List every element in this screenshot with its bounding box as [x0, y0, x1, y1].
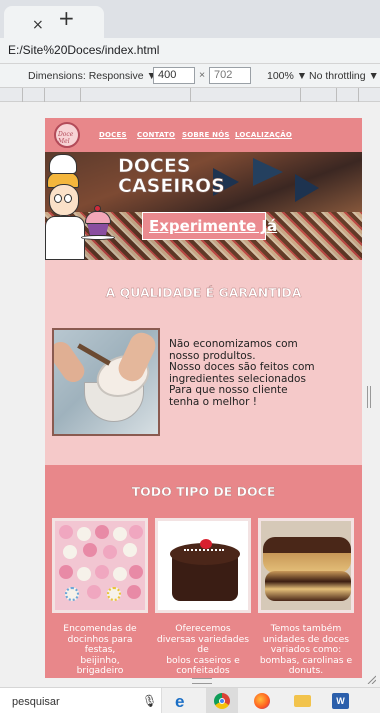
throttling-dropdown[interactable]: No throttling ▼: [309, 70, 379, 82]
times-sign: ×: [199, 69, 206, 81]
bow-decoration: [295, 174, 319, 202]
cupcake-frosting: [85, 211, 111, 224]
new-tab-button[interactable]: +: [58, 8, 75, 28]
file-explorer-icon[interactable]: [286, 688, 318, 713]
site-page: Doce Mel DOCES CONTATO SOBRE NÓS LOCALIZ…: [45, 118, 362, 678]
word-letter: W: [332, 693, 349, 709]
chef-body: [45, 216, 85, 260]
ruler-tick: [358, 88, 359, 102]
word-icon[interactable]: W: [324, 688, 356, 713]
chrome-icon[interactable]: [206, 688, 238, 713]
donuts-photo: [258, 518, 354, 613]
arm: [114, 330, 158, 386]
nav-link-contato[interactable]: CONTATO: [137, 131, 175, 139]
cupcake-cherry: [94, 205, 101, 212]
card-text-donuts: Temos também unidades de doces variados …: [259, 623, 353, 676]
donut: [265, 571, 351, 601]
microphone-icon[interactable]: 🎙: [142, 694, 157, 708]
ruler-tick: [190, 88, 191, 102]
ruler-tick: [80, 88, 81, 102]
resize-handle-bottom[interactable]: [192, 678, 212, 684]
bow-decoration: [253, 158, 283, 186]
candy: [103, 545, 117, 559]
logo-text: Doce Mel: [58, 131, 74, 145]
device-toolbar: Dimensions: Responsive ▼ 400 × 702 100% …: [0, 64, 380, 88]
nav-link-doces[interactable]: DOCES: [99, 131, 127, 139]
candy: [129, 565, 143, 579]
site-logo[interactable]: Doce Mel: [54, 122, 80, 148]
types-section-title: TODO TIPO DE DOCE: [131, 484, 276, 499]
candy: [95, 565, 109, 579]
cupcake-base: [87, 223, 109, 236]
search-text[interactable]: pesquisar: [12, 696, 60, 708]
nav-link-sobre-nos[interactable]: SOBRE NÓS: [182, 131, 230, 139]
tab-strip: × +: [0, 0, 380, 38]
strawberry: [200, 539, 212, 549]
zoom-dropdown[interactable]: 100% ▼: [267, 70, 307, 82]
candy: [87, 585, 101, 599]
candy: [127, 585, 141, 599]
candy: [113, 527, 127, 541]
candy: [63, 545, 77, 559]
candy: [83, 543, 97, 557]
windows-taskbar: pesquisar 🎙 e W: [0, 687, 380, 713]
docinhos-photo: [52, 518, 148, 613]
quality-description: Não economizamos com nosso produltos. No…: [169, 338, 359, 408]
media-query-ruler[interactable]: [0, 88, 380, 102]
card-text-bolos: Oferecemos diversas variedades de bolos …: [156, 623, 250, 676]
firefox-icon[interactable]: [246, 688, 278, 713]
address-bar[interactable]: E:/Site%20Doces/index.html: [0, 38, 380, 64]
width-input[interactable]: 400: [153, 67, 195, 84]
ruler-tick: [336, 88, 337, 102]
browser-tab[interactable]: ×: [4, 6, 104, 38]
close-tab-icon[interactable]: ×: [32, 18, 44, 32]
ruler-tick: [300, 88, 301, 102]
candy: [107, 587, 121, 601]
candy: [77, 567, 91, 581]
taskbar-search[interactable]: pesquisar 🎙: [0, 688, 162, 713]
edge-icon[interactable]: e: [166, 688, 198, 713]
dimensions-dropdown[interactable]: Dimensions: Responsive ▼: [28, 70, 157, 82]
baking-photo: [52, 328, 160, 436]
spatula: [77, 343, 111, 366]
cake-decoration: [184, 549, 224, 553]
experimente-button-label: Experimente Já: [149, 217, 278, 235]
resize-handle-right[interactable]: [367, 386, 371, 408]
donut: [263, 537, 351, 573]
quality-section-title: A QUALIDADE É GARANTIDA: [105, 285, 302, 300]
ruler-tick: [44, 88, 45, 102]
hero-title: DOCES CASEIROS: [118, 155, 225, 197]
candy: [129, 525, 143, 539]
chef-eye: [54, 194, 62, 203]
candy: [59, 565, 73, 579]
site-navbar: Doce Mel DOCES CONTATO SOBRE NÓS LOCALIZ…: [45, 118, 362, 152]
resize-corner-icon[interactable]: [366, 674, 376, 684]
candy: [113, 567, 127, 581]
chef-hat-icon: [49, 154, 77, 174]
card-text-docinhos: Encomendas de docinhos para festas, beij…: [63, 623, 137, 676]
cake-photo: [155, 518, 251, 613]
candy: [123, 543, 137, 557]
hero-banner: DOCES CASEIROS Experimente Já: [45, 152, 362, 260]
url-text[interactable]: E:/Site%20Doces/index.html: [8, 43, 159, 57]
ruler-tick: [22, 88, 23, 102]
candy: [95, 525, 109, 539]
candy: [59, 525, 73, 539]
height-input[interactable]: 702: [209, 67, 251, 84]
candy: [77, 527, 91, 541]
nav-link-localizacao[interactable]: LOCALIZAÇÃO: [235, 131, 292, 139]
chef-eye: [64, 194, 72, 203]
quality-description-text: Não economizamos com nosso produltos. No…: [169, 338, 315, 408]
candy: [65, 587, 79, 601]
experimente-button[interactable]: Experimente Já: [142, 212, 277, 240]
